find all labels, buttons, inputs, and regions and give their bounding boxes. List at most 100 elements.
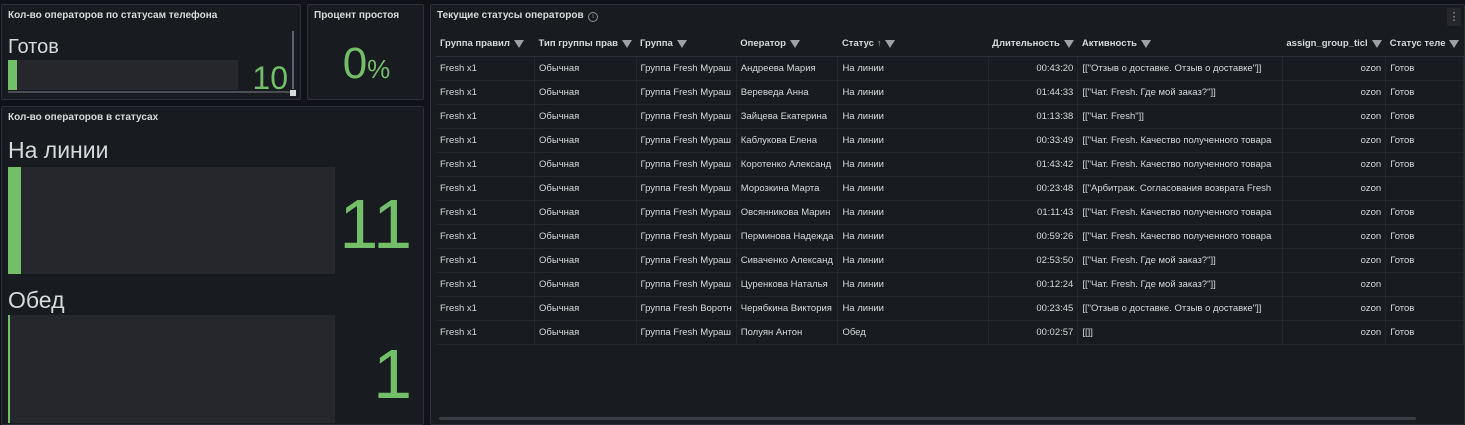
column-header[interactable]: Группа <box>636 32 737 57</box>
bar-baseline <box>8 91 292 93</box>
filter-icon[interactable] <box>1140 39 1151 48</box>
status-bar <box>8 167 335 274</box>
table-cell: Готов <box>1385 128 1464 153</box>
table-cell: [[]] <box>1077 320 1283 345</box>
table-cell: [["Чат. Fresh. Качество полученного това… <box>1077 128 1283 153</box>
column-header-label: assign_group_ticl <box>1286 38 1368 50</box>
table-cell: ozon <box>1282 176 1387 201</box>
column-header[interactable]: Оператор <box>736 32 838 57</box>
column-header[interactable]: Статус теле <box>1385 32 1464 57</box>
filter-icon[interactable] <box>676 39 687 48</box>
table-cell: На линии <box>837 56 989 81</box>
table-cell: Группа Fresh Мураш <box>636 56 737 81</box>
filter-icon[interactable] <box>1371 39 1382 48</box>
panel-menu-icon[interactable]: ⋮ <box>1447 8 1461 26</box>
table-cell: На линии <box>837 152 989 177</box>
table-cell: [["Чат. Fresh. Качество полученного това… <box>1077 200 1283 225</box>
stat-label: На линии <box>8 137 109 163</box>
column-header[interactable]: Длительность <box>988 32 1078 57</box>
table-cell: Морозкина Марта <box>736 176 839 201</box>
table-row[interactable]: Fresh x1 Обычная Группа Fresh Мураш Полуян … <box>436 320 1464 345</box>
table-row[interactable]: Fresh x1 Обычная Группа Fresh Мураш Андреев… <box>436 56 1464 81</box>
table-cell: 01:43:42 <box>988 152 1079 177</box>
table-row[interactable]: Fresh x1 Обычная Группа Fresh Мураш Цуренко… <box>436 272 1464 297</box>
filter-icon[interactable] <box>1449 39 1460 48</box>
table-row[interactable]: Fresh x1 Обычная Группа Fresh Мураш Сивачен… <box>436 248 1464 273</box>
table-cell: На линии <box>837 176 989 201</box>
percent-number: 0 <box>342 39 368 88</box>
table-cell: ozon <box>1282 224 1387 249</box>
table-row[interactable]: Fresh x1 Обычная Группа Fresh Воротн Черябк… <box>436 296 1464 321</box>
filter-icon[interactable] <box>885 39 896 48</box>
table-cell: ozon <box>1282 152 1387 177</box>
panel-title: Процент простоя <box>314 10 400 21</box>
table-cell: Fresh x1 <box>436 272 536 297</box>
table-cell: Fresh x1 <box>436 56 536 81</box>
table-cell: 00:23:45 <box>988 296 1079 321</box>
column-header-label: Длительность <box>992 38 1060 50</box>
table-cell: Группа Fresh Воротн <box>636 296 737 321</box>
table-cell: Fresh x1 <box>436 248 536 273</box>
stat-label: Готов <box>8 36 59 58</box>
column-header[interactable]: Тип группы прав <box>534 32 637 57</box>
table-cell: Цуренкова Наталья <box>736 272 839 297</box>
table-cell: Fresh x1 <box>436 152 536 177</box>
horizontal-scrollbar[interactable] <box>439 417 1416 420</box>
panel-title: Кол-во операторов в статусах <box>8 112 159 123</box>
table-cell: [["Чат. Fresh. Где мой заказ?"]] <box>1077 248 1283 273</box>
table-cell: Группа Fresh Мураш <box>636 152 737 177</box>
stat-label: Обед <box>8 287 65 313</box>
table-row[interactable]: Fresh x1 Обычная Группа Fresh Мураш Овсянни… <box>436 200 1464 225</box>
table-cell: ozon <box>1282 272 1387 297</box>
table-cell: Fresh x1 <box>436 296 536 321</box>
table-cell: Группа Fresh Мураш <box>636 200 737 225</box>
table-cell: Готов <box>1385 320 1464 345</box>
info-icon[interactable]: i <box>588 12 598 22</box>
table-cell: Готов <box>1385 224 1464 249</box>
table-cell: ozon <box>1282 104 1387 129</box>
table-cell: Готов <box>1385 200 1464 225</box>
table-cell: На линии <box>837 224 989 249</box>
table-row[interactable]: Fresh x1 Обычная Группа Fresh Мураш Морозки… <box>436 176 1464 201</box>
table-row[interactable]: Fresh x1 Обычная Группа Fresh Мураш Коротен… <box>436 152 1464 177</box>
table-cell: Обычная <box>534 248 637 273</box>
table-cell: [["Чат. Fresh. Качество полученного това… <box>1077 224 1283 249</box>
column-header[interactable]: Статус ↑ <box>837 32 989 57</box>
table-cell: Обычная <box>534 176 637 201</box>
stat-value: 1 <box>373 335 412 413</box>
table-header-row: Группа правил Тип группы прав Группа Операт… <box>436 32 1464 57</box>
table-cell <box>1385 176 1464 201</box>
table-cell: Черябкина Виктория <box>736 296 839 321</box>
filter-icon[interactable] <box>622 39 633 48</box>
filter-icon[interactable] <box>789 39 800 48</box>
table-cell: Обычная <box>534 272 637 297</box>
table-cell: [["Отзыв о доставке. Отзыв о доставке"]] <box>1077 296 1283 321</box>
table-cell: Fresh x1 <box>436 224 536 249</box>
table-cell: 00:43:20 <box>988 56 1079 81</box>
panel-title: Текущие статусы операторов <box>437 10 584 21</box>
table-cell: Готов <box>1385 152 1464 177</box>
table-cell: Обычная <box>534 152 637 177</box>
table-cell: На линии <box>837 272 989 297</box>
operator-status-panel: Кол-во операторов в статусах На линии 11… <box>1 106 424 425</box>
idle-percent-value: 0% <box>308 39 423 89</box>
panel-title: Кол-во операторов по статусам телефона <box>8 10 218 21</box>
resize-handle[interactable] <box>290 90 296 96</box>
table-row[interactable]: Fresh x1 Обычная Группа Fresh Мураш Зайцева… <box>436 104 1464 129</box>
table-row[interactable]: Fresh x1 Обычная Группа Fresh Мураш Веревед… <box>436 80 1464 105</box>
filter-icon[interactable] <box>513 39 524 48</box>
table-cell: 01:44:33 <box>988 80 1079 105</box>
table-cell: ozon <box>1282 80 1387 105</box>
table-cell: [["Чат. Fresh"]] <box>1077 104 1283 129</box>
table-cell: ozon <box>1282 200 1387 225</box>
sort-ascending-icon[interactable]: ↑ <box>877 38 882 48</box>
table-cell: [["Чат. Fresh. Качество полученного това… <box>1077 152 1283 177</box>
table-row[interactable]: Fresh x1 Обычная Группа Fresh Мураш Каблуко… <box>436 128 1464 153</box>
filter-icon[interactable] <box>1063 39 1074 48</box>
column-header-label: Статус <box>841 38 874 50</box>
column-header[interactable]: Активность <box>1077 32 1283 57</box>
table-cell: Fresh x1 <box>436 176 536 201</box>
column-header[interactable]: Группа правил <box>436 32 535 57</box>
column-header[interactable]: assign_group_ticl <box>1282 32 1386 57</box>
table-row[interactable]: Fresh x1 Обычная Группа Fresh Мураш Пермино… <box>436 224 1464 249</box>
